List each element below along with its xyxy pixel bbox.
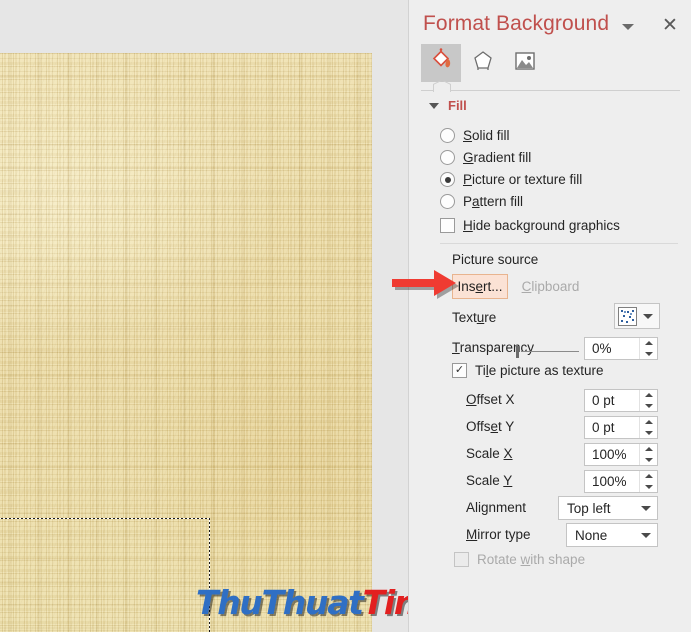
stepper-down[interactable] xyxy=(640,428,657,439)
texture-swatch-icon xyxy=(618,306,637,326)
scale-x-stepper[interactable] xyxy=(639,444,657,465)
radio-indicator xyxy=(440,150,455,165)
fill-section-label: Fill xyxy=(448,98,467,113)
radio-label: Pattern fill xyxy=(463,194,524,209)
offset-x-label: Offset X xyxy=(466,392,515,407)
red-right-arrow xyxy=(389,266,467,300)
offset-y-field[interactable]: 0 pt xyxy=(584,416,658,439)
chevron-down-icon xyxy=(635,533,657,538)
clipboard-button-label: Clipboard xyxy=(521,279,580,294)
stepper-up[interactable] xyxy=(640,338,657,349)
stepper-down[interactable] xyxy=(640,482,657,493)
chevron-down-icon xyxy=(637,314,659,319)
slide-workspace xyxy=(0,0,408,632)
scale-x-value: 100% xyxy=(592,447,627,462)
slider-handle[interactable] xyxy=(516,346,519,358)
texture-label: Texture xyxy=(452,310,497,325)
picture-tab[interactable] xyxy=(505,44,545,82)
picture-icon xyxy=(512,48,538,79)
checkbox-tile-picture-as-texture[interactable]: ✓ Tile picture as texture xyxy=(452,363,604,378)
radio-pattern-fill[interactable]: Pattern fill xyxy=(440,194,523,209)
scale-y-field[interactable]: 100% xyxy=(584,470,658,493)
transparency-slider[interactable] xyxy=(516,346,582,358)
transparency-stepper[interactable] xyxy=(639,338,657,359)
fill-tab[interactable] xyxy=(421,44,461,82)
radio-indicator xyxy=(440,128,455,143)
offset-y-stepper[interactable] xyxy=(639,417,657,438)
transparency-field[interactable]: 0% xyxy=(584,337,658,360)
offset-y-label: Offset Y xyxy=(466,419,515,434)
checkbox-label: Rotate with shape xyxy=(477,552,586,567)
clipboard-button[interactable]: Clipboard xyxy=(516,274,585,299)
picture-source-label: Picture source xyxy=(452,252,539,267)
radio-label: Picture or texture fill xyxy=(463,172,583,187)
alignment-combo[interactable]: Top left xyxy=(558,496,658,520)
slide-canvas[interactable] xyxy=(0,53,372,632)
scale-y-value: 100% xyxy=(592,474,627,489)
stepper-up[interactable] xyxy=(640,417,657,428)
stepper-down[interactable] xyxy=(640,349,657,360)
alignment-value: Top left xyxy=(567,500,611,516)
effects-tab[interactable] xyxy=(463,44,503,82)
mirror-type-combo[interactable]: None xyxy=(566,523,658,547)
scale-x-field[interactable]: 100% xyxy=(584,443,658,466)
powerpoint-window: ThuThuatTinHoc.vn Format Background ✕ xyxy=(0,0,691,632)
texture-picker[interactable] xyxy=(614,303,660,329)
offset-x-stepper[interactable] xyxy=(639,390,657,411)
radio-indicator xyxy=(440,172,455,187)
radio-gradient-fill[interactable]: Gradient fill xyxy=(440,150,531,165)
offset-x-field[interactable]: 0 pt xyxy=(584,389,658,412)
stepper-down[interactable] xyxy=(640,401,657,412)
section-divider xyxy=(440,243,678,244)
checkbox-indicator xyxy=(454,552,469,567)
pane-title: Format Background xyxy=(423,12,610,35)
checkbox-hide-background-graphics[interactable]: Hide background graphics xyxy=(440,218,620,233)
checkbox-indicator: ✓ xyxy=(452,363,467,378)
offset-y-value: 0 pt xyxy=(592,420,615,435)
mirror-type-value: None xyxy=(575,527,608,543)
checkbox-label: Tile picture as texture xyxy=(475,363,604,378)
checkbox-indicator xyxy=(440,218,455,233)
fill-section-header[interactable]: Fill xyxy=(429,98,467,113)
texture-grain-overlay xyxy=(0,53,372,632)
offset-x-value: 0 pt xyxy=(592,393,615,408)
paint-bucket-icon xyxy=(428,47,454,79)
radio-solid-fill[interactable]: Solid fill xyxy=(440,128,510,143)
tab-underline xyxy=(421,82,680,92)
stepper-up[interactable] xyxy=(640,444,657,455)
checkbox-label: Hide background graphics xyxy=(463,218,620,233)
radio-indicator xyxy=(440,194,455,209)
close-icon[interactable]: ✕ xyxy=(657,12,683,38)
stepper-up[interactable] xyxy=(640,390,657,401)
radio-label: Solid fill xyxy=(463,128,510,143)
watermark-part1: ThuThuat xyxy=(196,583,364,622)
slider-track xyxy=(521,351,579,352)
radio-picture-or-texture-fill[interactable]: Picture or texture fill xyxy=(440,172,582,187)
chevron-down-icon[interactable] xyxy=(617,16,639,38)
pentagon-shape-icon xyxy=(470,48,496,79)
scale-y-label: Scale Y xyxy=(466,473,513,488)
radio-label: Gradient fill xyxy=(463,150,532,165)
mirror-type-label: Mirror type xyxy=(466,527,531,542)
checkbox-rotate-with-shape[interactable]: Rotate with shape xyxy=(454,552,585,567)
stepper-down[interactable] xyxy=(640,455,657,466)
transparency-value: 0% xyxy=(592,341,612,356)
alignment-label: Alignment xyxy=(466,500,527,515)
collapse-triangle-icon xyxy=(429,102,439,109)
stepper-up[interactable] xyxy=(640,471,657,482)
scale-x-label: Scale X xyxy=(466,446,513,461)
chevron-down-icon xyxy=(635,506,657,511)
scale-y-stepper[interactable] xyxy=(639,471,657,492)
